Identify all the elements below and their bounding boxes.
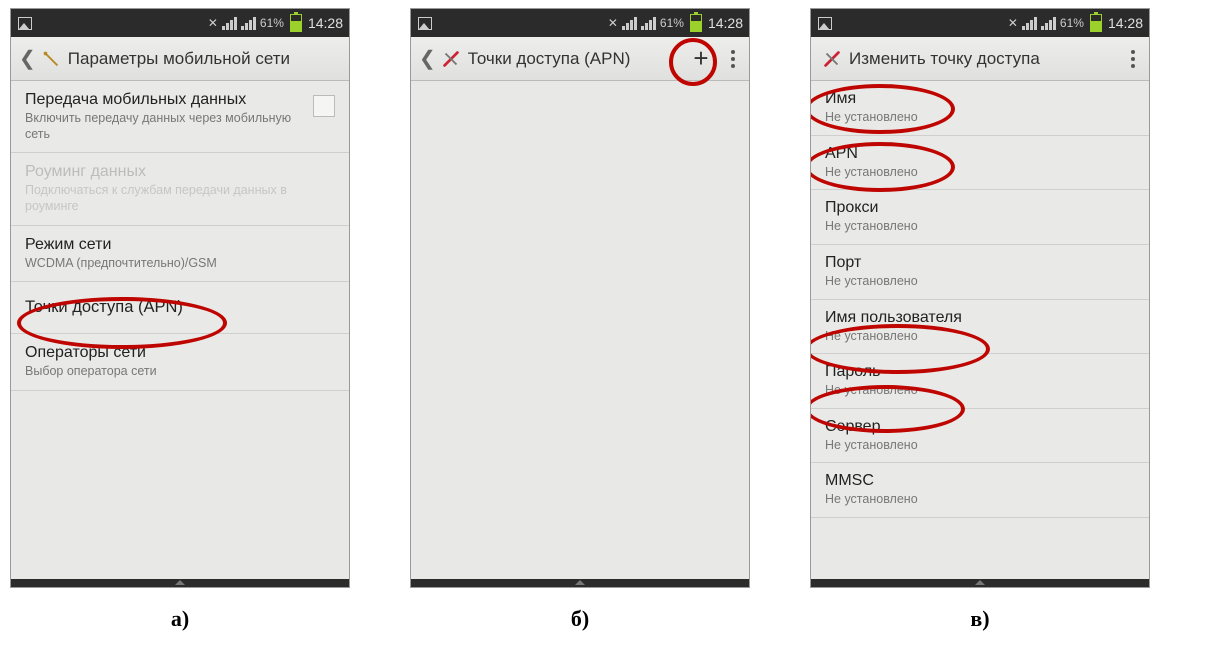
screen-b: ✕ 61% 14:28 ❮ Точки доступа (APN) +	[410, 8, 750, 588]
screen-a: ✕ 61% 14:28 ❮ Параметры мобильной сети	[10, 8, 350, 588]
item-title: Точки доступа (APN)	[25, 292, 335, 323]
battery-pct: 61%	[260, 16, 284, 30]
signal-icon-2	[1041, 17, 1056, 30]
item-title: Роуминг данных	[25, 163, 335, 181]
caption-b: б)	[571, 606, 589, 632]
item-title: MMSC	[825, 472, 1135, 490]
item-sub: Не установлено	[825, 110, 1135, 126]
caption-c: в)	[970, 606, 989, 632]
item-title: Имя	[825, 90, 1135, 108]
wrench-icon: ✕	[1008, 16, 1018, 30]
item-network-mode[interactable]: Режим сети WCDMA (предпочтительно)/GSM	[11, 226, 349, 283]
settings-icon	[40, 48, 62, 70]
item-sub: Подключаться к службам передачи данных в…	[25, 183, 335, 214]
signal-icon	[622, 17, 637, 30]
battery-icon	[688, 15, 704, 31]
field-port[interactable]: Порт Не установлено	[811, 245, 1149, 300]
tools-icon	[440, 48, 462, 70]
item-sub: WCDMA (предпочтительно)/GSM	[25, 256, 335, 272]
overflow-menu-icon[interactable]	[721, 50, 745, 68]
item-sub: Включить передачу данных через мобильную…	[25, 111, 335, 142]
field-mmsc[interactable]: MMSC Не установлено	[811, 463, 1149, 518]
screen-c: ✕ 61% 14:28 Изменить точку доступа Имя	[810, 8, 1150, 588]
checkbox[interactable]	[313, 95, 335, 117]
item-operators[interactable]: Операторы сети Выбор оператора сети	[11, 334, 349, 391]
wrench-icon: ✕	[608, 16, 618, 30]
item-title: Имя пользователя	[825, 309, 1135, 327]
item-sub: Выбор оператора сети	[25, 364, 335, 380]
statusbar: ✕ 61% 14:28	[11, 9, 349, 37]
navbar	[811, 579, 1149, 587]
wrench-icon: ✕	[208, 16, 218, 30]
item-title: Операторы сети	[25, 344, 335, 362]
caption-a: а)	[171, 606, 189, 632]
gallery-icon	[817, 15, 833, 31]
item-sub: Не установлено	[825, 274, 1135, 290]
signal-icon-2	[241, 17, 256, 30]
item-title: Прокси	[825, 199, 1135, 217]
statusbar: ✕ 61% 14:28	[411, 9, 749, 37]
header: ❮ Параметры мобильной сети	[11, 37, 349, 81]
back-icon[interactable]: ❮	[15, 46, 38, 71]
item-title: APN	[825, 145, 1135, 163]
item-sub: Не установлено	[825, 165, 1135, 181]
battery-icon	[1088, 15, 1104, 31]
back-icon[interactable]: ❮	[415, 46, 438, 71]
header: ❮ Точки доступа (APN) +	[411, 37, 749, 81]
apn-list-empty	[411, 81, 749, 587]
tools-icon	[821, 48, 843, 70]
battery-pct: 61%	[660, 16, 684, 30]
navbar	[11, 579, 349, 587]
battery-icon	[288, 15, 304, 31]
signal-icon	[222, 17, 237, 30]
clock: 14:28	[1108, 15, 1143, 31]
item-sub: Не установлено	[825, 492, 1135, 508]
gallery-icon	[417, 15, 433, 31]
page-title: Параметры мобильной сети	[68, 49, 290, 69]
item-sub: Не установлено	[825, 438, 1135, 454]
field-username[interactable]: Имя пользователя Не установлено	[811, 300, 1149, 355]
field-server[interactable]: Сервер Не установлено	[811, 409, 1149, 464]
battery-pct: 61%	[1060, 16, 1084, 30]
item-roaming: Роуминг данных Подключаться к службам пе…	[11, 153, 349, 225]
navbar	[411, 579, 749, 587]
item-mobile-data[interactable]: Передача мобильных данных Включить перед…	[11, 81, 349, 153]
settings-list: Передача мобильных данных Включить перед…	[11, 81, 349, 587]
signal-icon-2	[641, 17, 656, 30]
overflow-menu-icon[interactable]	[1121, 50, 1145, 68]
clock: 14:28	[708, 15, 743, 31]
item-sub: Не установлено	[825, 383, 1135, 399]
item-sub: Не установлено	[825, 219, 1135, 235]
field-proxy[interactable]: Прокси Не установлено	[811, 190, 1149, 245]
gallery-icon	[17, 15, 33, 31]
item-title: Порт	[825, 254, 1135, 272]
header: Изменить точку доступа	[811, 37, 1149, 81]
page-title: Изменить точку доступа	[849, 49, 1040, 69]
clock: 14:28	[308, 15, 343, 31]
item-title: Передача мобильных данных	[25, 91, 335, 109]
item-apn[interactable]: Точки доступа (APN)	[11, 282, 349, 334]
apn-edit-list: Имя Не установлено APN Не установлено Пр…	[811, 81, 1149, 587]
field-name[interactable]: Имя Не установлено	[811, 81, 1149, 136]
statusbar: ✕ 61% 14:28	[811, 9, 1149, 37]
item-sub: Не установлено	[825, 329, 1135, 345]
item-title: Пароль	[825, 363, 1135, 381]
item-title: Режим сети	[25, 236, 335, 254]
page-title: Точки доступа (APN)	[468, 49, 631, 69]
field-apn[interactable]: APN Не установлено	[811, 136, 1149, 191]
signal-icon	[1022, 17, 1037, 30]
item-title: Сервер	[825, 418, 1135, 436]
field-password[interactable]: Пароль Не установлено	[811, 354, 1149, 409]
add-button[interactable]: +	[681, 43, 721, 74]
